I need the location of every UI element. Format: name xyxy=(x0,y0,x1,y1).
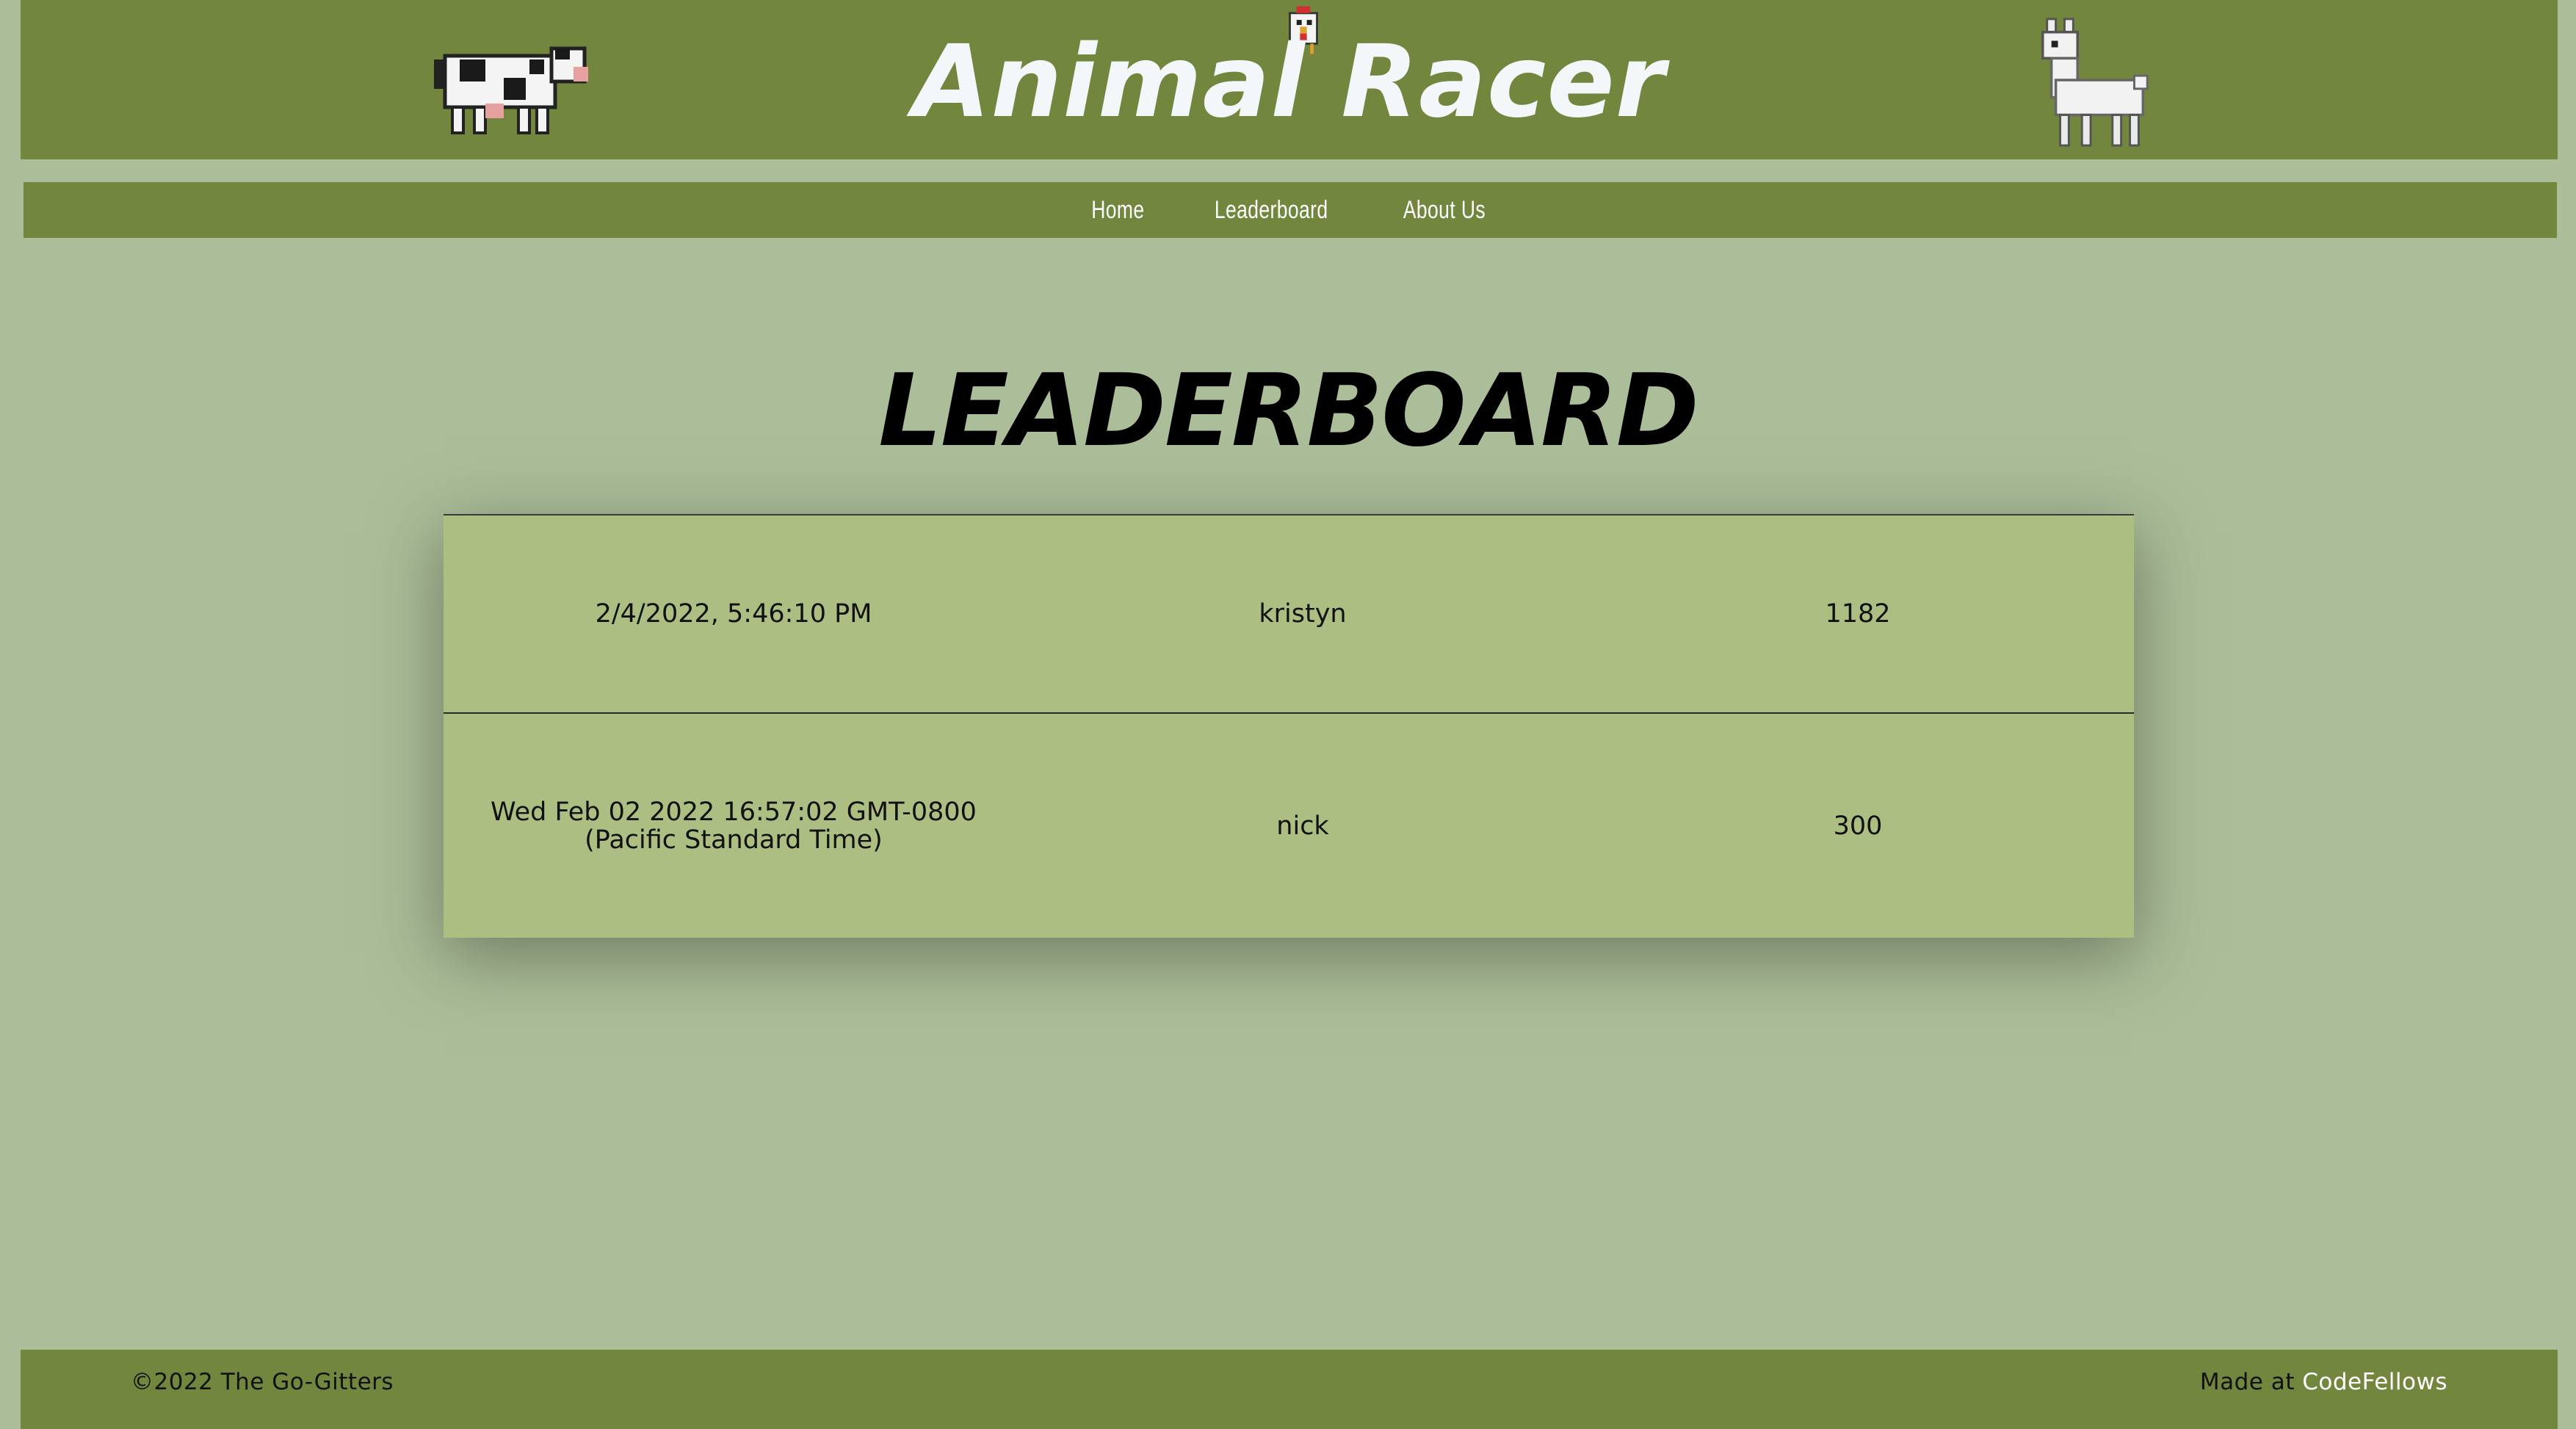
made-at-text: Made at CodeFellows xyxy=(2200,1369,2447,1395)
row-name: nick xyxy=(1276,811,1329,841)
nav-link-about-us[interactable]: About Us xyxy=(1403,196,1485,225)
nav-link-leaderboard[interactable]: Leaderboard xyxy=(1215,196,1328,225)
row-score: 300 xyxy=(1833,811,1883,841)
nav-items: Home Leaderboard About Us xyxy=(1084,182,1497,238)
row-score: 1182 xyxy=(1825,599,1891,629)
main-nav: Home Leaderboard About Us xyxy=(23,182,2557,238)
row-date: 2/4/2022, 5:46:10 PM xyxy=(595,599,872,629)
site-header: Animal Racer xyxy=(21,0,2558,159)
leaderboard-table: 2/4/2022, 5:46:10 PM kristyn 1182 Wed Fe… xyxy=(444,514,2134,938)
table-row: 2/4/2022, 5:46:10 PM kristyn 1182 xyxy=(444,515,2134,714)
page-title: LEADERBOARD xyxy=(878,353,1698,469)
row-name: kristyn xyxy=(1259,599,1347,629)
site-footer: ©2022 The Go-Gitters Made at CodeFellows xyxy=(21,1350,2558,1429)
codefellows-link[interactable]: CodeFellows xyxy=(2302,1369,2447,1395)
table-row: Wed Feb 02 2022 16:57:02 GMT-0800 (Pacif… xyxy=(444,714,2134,938)
copyright-text: ©2022 The Go-Gitters xyxy=(131,1369,394,1395)
llama-icon xyxy=(2041,18,2149,147)
made-at-prefix: Made at xyxy=(2199,1369,2303,1395)
site-title: Animal Racer xyxy=(913,24,1665,140)
row-date: Wed Feb 02 2022 16:57:02 GMT-0800 (Pacif… xyxy=(491,797,977,855)
nav-link-home[interactable]: Home xyxy=(1091,196,1144,225)
